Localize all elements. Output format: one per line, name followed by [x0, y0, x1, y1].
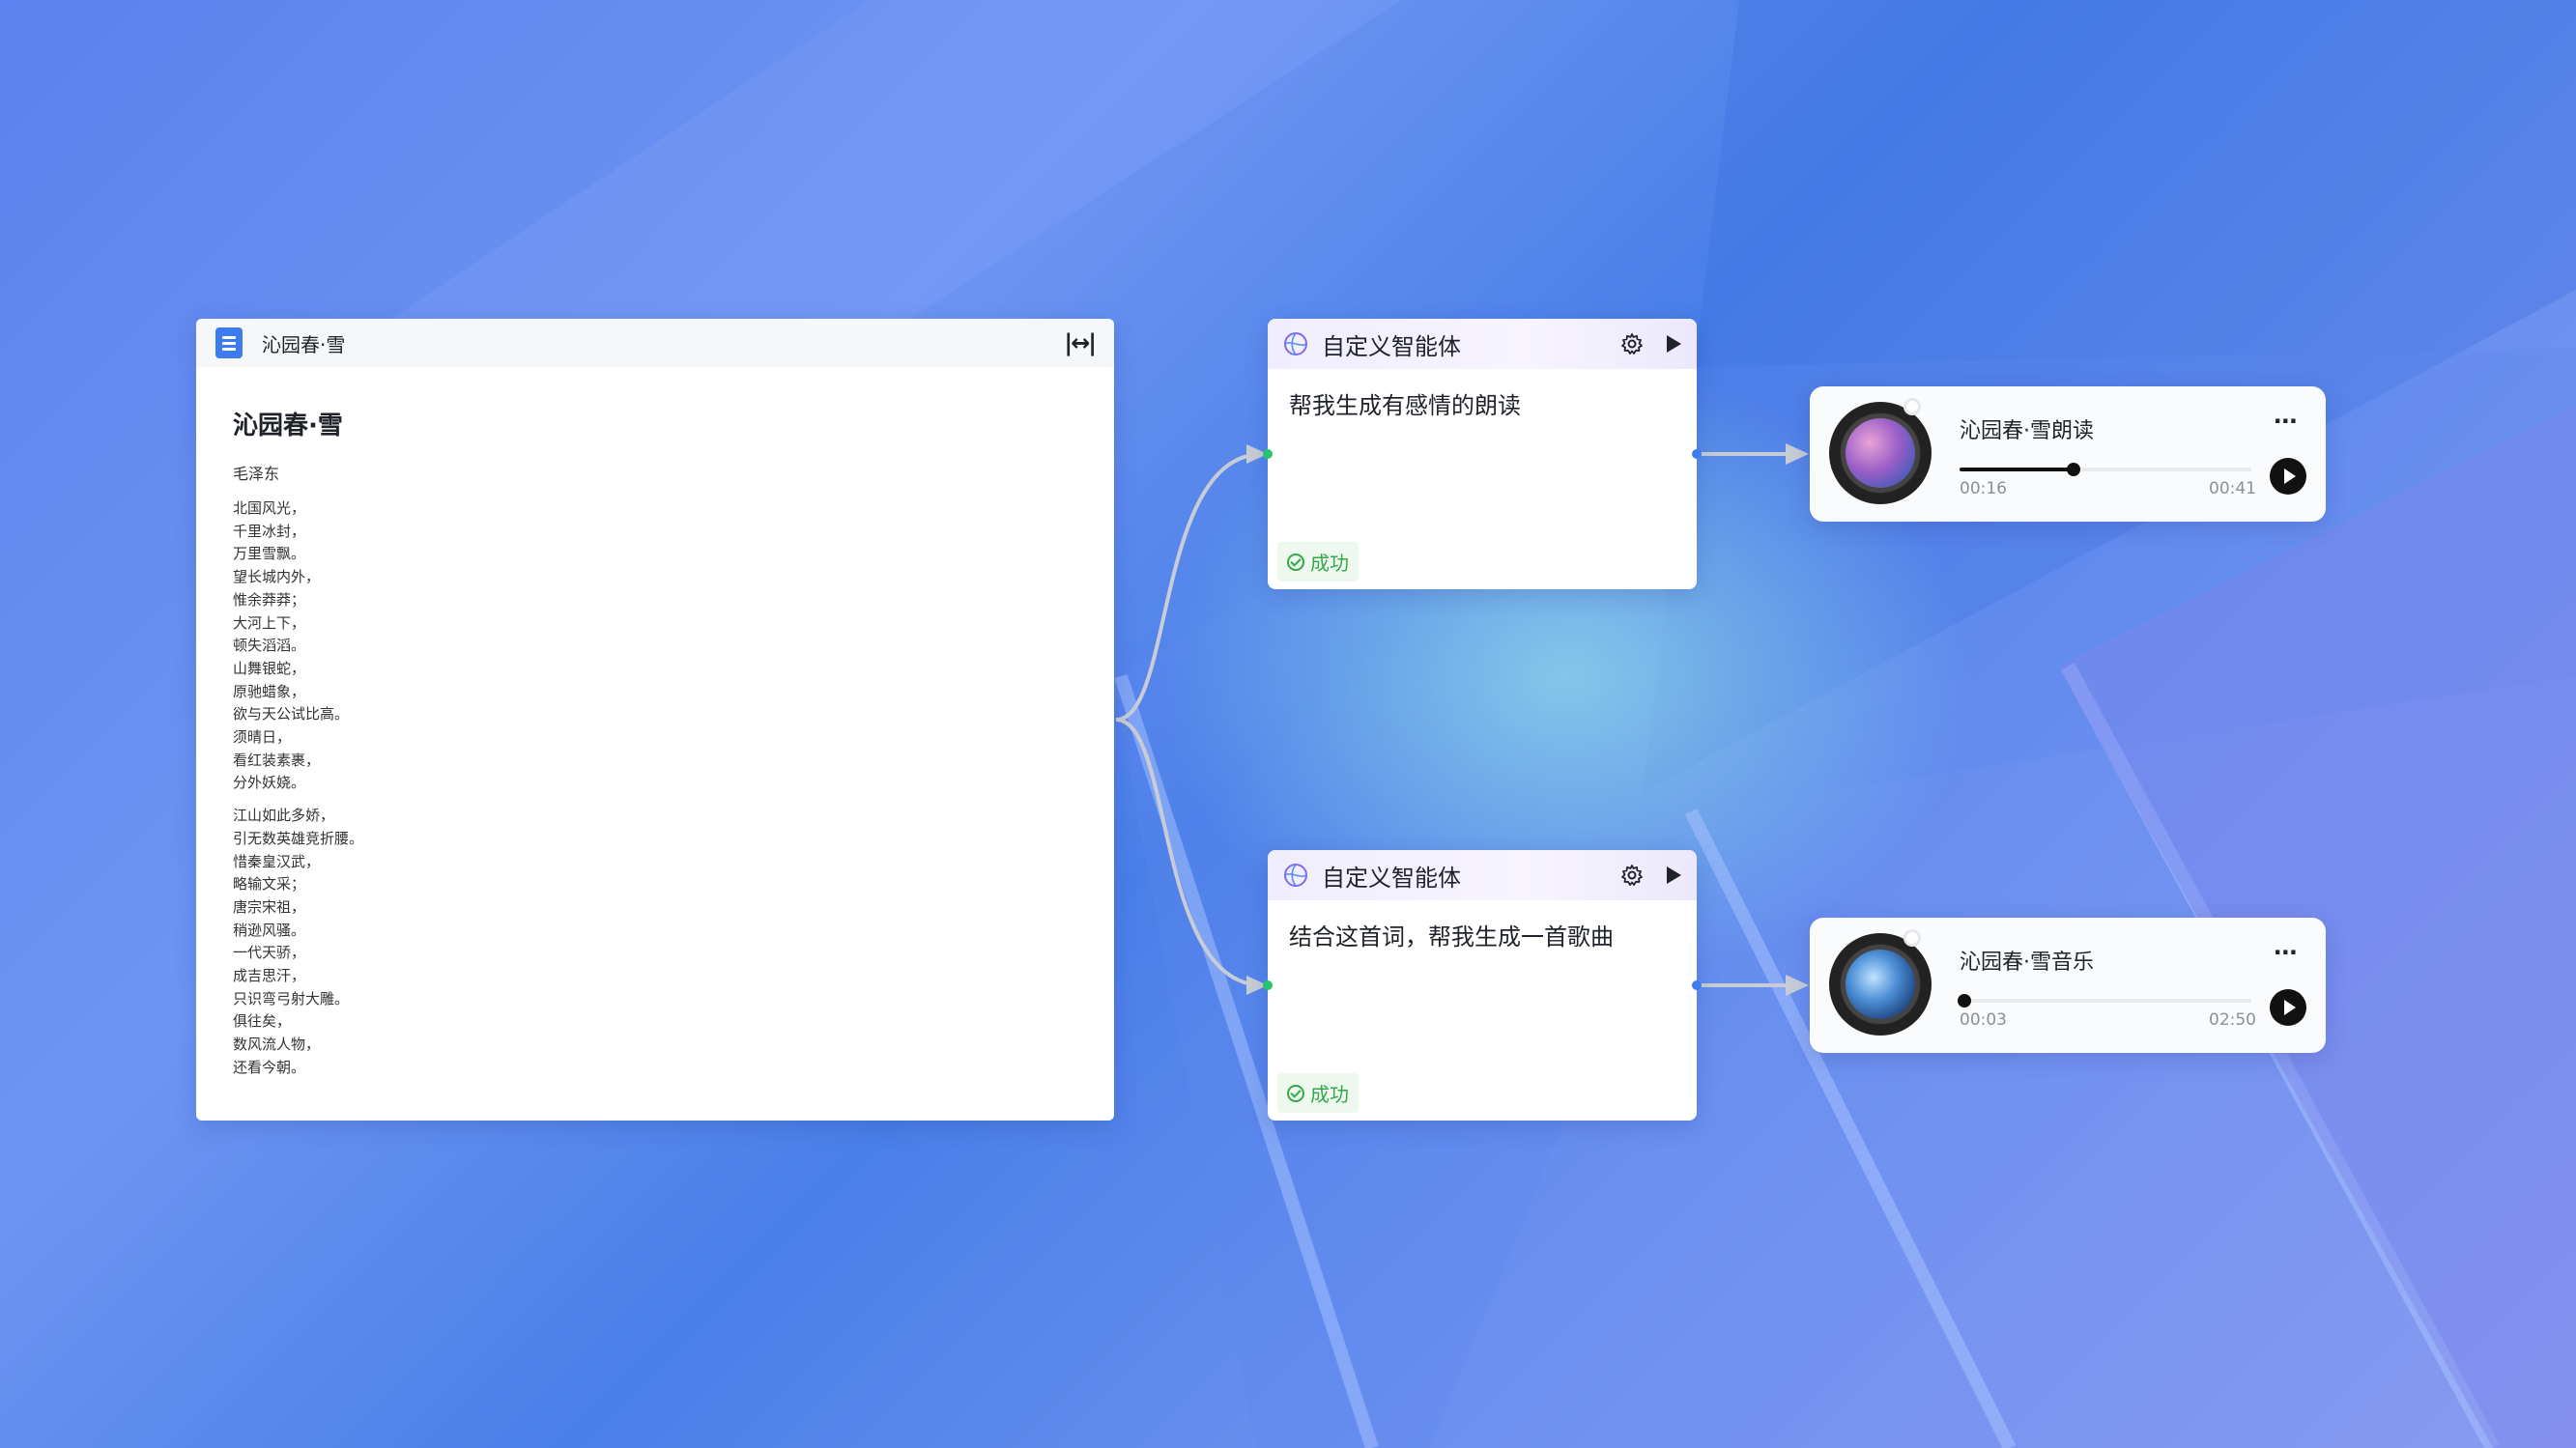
poem-line: 原驰蜡象，	[233, 682, 306, 700]
poem-line: 江山如此多娇，	[233, 807, 335, 825]
poem-line: 稍逊风骚。	[233, 921, 306, 939]
agent-icon	[1284, 332, 1307, 355]
status-badge: 成功	[1277, 1073, 1359, 1113]
poem-line: 惟余莽莽；	[233, 590, 306, 609]
poem-line: 欲与天公试比高。	[233, 705, 350, 724]
poem-line: 望长城内外，	[233, 568, 321, 586]
gear-icon[interactable]	[1620, 332, 1644, 355]
album-disc-icon	[1829, 398, 1932, 504]
more-options-icon[interactable]: ···	[2274, 408, 2298, 435]
album-disc-icon	[1829, 929, 1932, 1036]
document-header: 沁园春·雪 |↔|	[196, 319, 1114, 367]
audio-player-music[interactable]: 沁园春·雪音乐 ··· 00:03 02:50	[1810, 918, 2326, 1053]
progress-bar[interactable]	[1960, 463, 2251, 476]
play-button[interactable]	[2270, 989, 2306, 1026]
agent-card-song[interactable]: 自定义智能体 结合这首词，帮我生成一首歌曲 成功	[1268, 850, 1697, 1121]
input-port[interactable]	[1263, 980, 1273, 990]
check-circle-icon	[1287, 553, 1304, 571]
poem-line: 北国风光，	[233, 499, 306, 517]
poem-line: 分外妖娆。	[233, 774, 306, 792]
poem-line: 须晴日，	[233, 728, 292, 747]
more-options-icon[interactable]: ···	[2274, 939, 2298, 966]
play-button[interactable]	[2270, 458, 2306, 495]
poem-title: 沁园春·雪	[233, 412, 343, 440]
poem-line: 顿失滔滔。	[233, 637, 306, 655]
progress-handle[interactable]	[1958, 994, 1972, 1008]
current-time: 00:16	[1960, 479, 2007, 498]
progress-handle[interactable]	[2066, 463, 2080, 476]
poem-line: 大河上下，	[233, 613, 306, 632]
poem-line: 成吉思汗，	[233, 967, 306, 985]
poem-line: 略输文采；	[233, 875, 306, 894]
stanza-1: 北国风光， 千里冰封， 万里雪飘。 望长城内外， 惟余莽莽； 大河上下， 顿失滔…	[233, 497, 1077, 795]
document-header-title: 沁园春·雪	[262, 332, 346, 356]
poem-author: 毛泽东	[233, 465, 280, 483]
agent-header: 自定义智能体	[1268, 850, 1697, 900]
input-port[interactable]	[1263, 449, 1273, 459]
total-time: 02:50	[2209, 1010, 2256, 1030]
gear-icon[interactable]	[1620, 864, 1644, 887]
output-port[interactable]	[1692, 449, 1702, 459]
poem-line: 俱往矣，	[233, 1012, 292, 1031]
agent-prompt[interactable]: 帮我生成有感情的朗读	[1268, 369, 1697, 438]
run-play-icon[interactable]	[1667, 335, 1681, 353]
poem-line: 还看今朝。	[233, 1058, 306, 1076]
status-text: 成功	[1310, 552, 1349, 575]
poem-line: 山舞银蛇，	[233, 659, 306, 677]
poem-line: 一代天骄，	[233, 944, 306, 962]
audio-player-reading[interactable]: 沁园春·雪朗读 ··· 00:16 00:41	[1810, 386, 2326, 522]
agent-title: 自定义智能体	[1322, 332, 1461, 360]
poem-line: 万里雪飘。	[233, 545, 306, 563]
stanza-2: 江山如此多娇， 引无数英雄竞折腰。 惜秦皇汉武， 略输文采； 唐宗宋祖， 稍逊风…	[233, 805, 1077, 1079]
document-card[interactable]: 沁园春·雪 |↔| 沁园春·雪 毛泽东 北国风光， 千里冰封， 万里雪飘。 望长…	[196, 319, 1114, 1121]
agent-card-reading[interactable]: 自定义智能体 帮我生成有感情的朗读 成功	[1268, 319, 1697, 589]
poem-line: 唐宗宋祖，	[233, 897, 306, 916]
poem-line: 看红装素裹，	[233, 751, 321, 769]
total-time: 00:41	[2209, 479, 2256, 498]
status-badge: 成功	[1277, 542, 1359, 582]
current-time: 00:03	[1960, 1010, 2007, 1030]
audio-title: 沁园春·雪朗读	[1960, 419, 2094, 443]
audio-title: 沁园春·雪音乐	[1960, 951, 2094, 975]
expand-width-icon[interactable]: |↔|	[1064, 329, 1097, 356]
agent-title: 自定义智能体	[1322, 864, 1461, 892]
agent-prompt[interactable]: 结合这首词，帮我生成一首歌曲	[1268, 900, 1697, 969]
run-play-icon[interactable]	[1667, 866, 1681, 884]
document-icon	[215, 327, 243, 358]
check-circle-icon	[1287, 1084, 1304, 1102]
progress-bar[interactable]	[1958, 994, 2251, 1008]
output-port[interactable]	[1692, 980, 1702, 990]
status-text: 成功	[1310, 1083, 1349, 1106]
poem-line: 引无数英雄竞折腰。	[233, 829, 364, 847]
poem-line: 数风流人物，	[233, 1036, 321, 1054]
document-content: 沁园春·雪 毛泽东 北国风光， 千里冰封， 万里雪飘。 望长城内外， 惟余莽莽；…	[196, 367, 1114, 1128]
agent-icon	[1284, 864, 1307, 887]
poem-line: 千里冰封，	[233, 522, 306, 540]
agent-header: 自定义智能体	[1268, 319, 1697, 369]
poem-line: 惜秦皇汉武，	[233, 852, 321, 870]
poem-line: 只识弯弓射大雕。	[233, 989, 350, 1008]
